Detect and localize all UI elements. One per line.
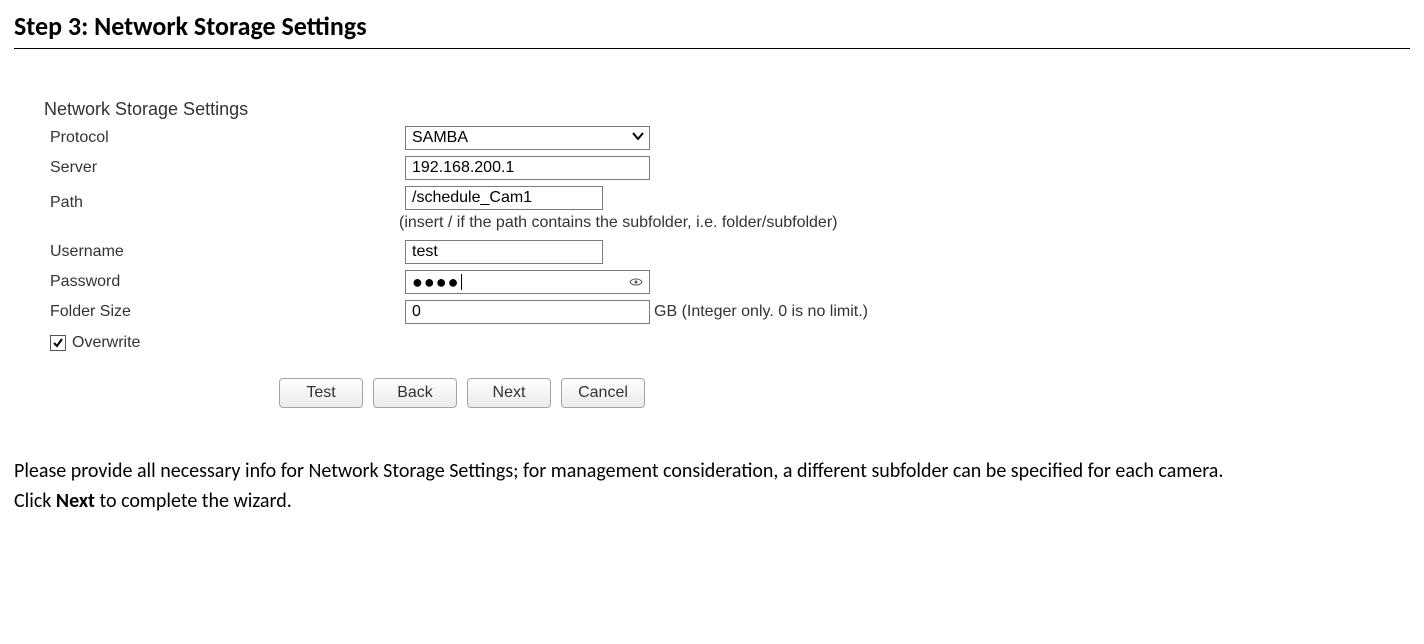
password-dots: ●●●● <box>412 272 462 293</box>
wizard-button-row: Test Back Next Cancel <box>279 378 954 408</box>
username-input[interactable]: test <box>405 240 603 264</box>
server-label: Server <box>44 159 405 177</box>
folder-size-input[interactable]: 0 <box>405 300 650 324</box>
instruction-text: Please provide all necessary info for Ne… <box>14 456 1410 516</box>
step-title: Step 3: Network Storage Settings <box>14 10 1410 42</box>
protocol-selected-value: SAMBA <box>412 129 468 147</box>
next-button[interactable]: Next <box>467 378 551 408</box>
path-input[interactable]: /schedule_Cam1 <box>405 186 603 210</box>
instruction-line2: Click Next to complete the wizard. <box>14 486 1410 516</box>
reveal-password-icon[interactable] <box>629 275 643 289</box>
protocol-label: Protocol <box>44 129 405 147</box>
folder-size-suffix: GB (Integer only. 0 is no limit.) <box>654 303 868 321</box>
server-input[interactable]: 192.168.200.1 <box>405 156 650 180</box>
username-label: Username <box>44 243 405 261</box>
instruction-line1: Please provide all necessary info for Ne… <box>14 456 1410 486</box>
chevron-down-icon <box>631 129 645 148</box>
test-button[interactable]: Test <box>279 378 363 408</box>
panel-title: Network Storage Settings <box>44 99 954 120</box>
path-hint: (insert / if the path contains the subfo… <box>399 214 954 232</box>
text-caret <box>461 274 462 290</box>
back-button[interactable]: Back <box>373 378 457 408</box>
protocol-select[interactable]: SAMBA <box>405 126 650 150</box>
check-icon <box>52 337 64 349</box>
cancel-button[interactable]: Cancel <box>561 378 645 408</box>
title-divider <box>14 48 1410 49</box>
path-label: Path <box>44 186 405 212</box>
folder-size-label: Folder Size <box>44 303 405 321</box>
overwrite-checkbox[interactable] <box>50 335 66 351</box>
password-label: Password <box>44 273 405 291</box>
overwrite-label: Overwrite <box>72 334 140 352</box>
settings-panel: Network Storage Settings Protocol SAMBA … <box>44 99 954 408</box>
password-input[interactable]: ●●●● <box>405 270 650 294</box>
